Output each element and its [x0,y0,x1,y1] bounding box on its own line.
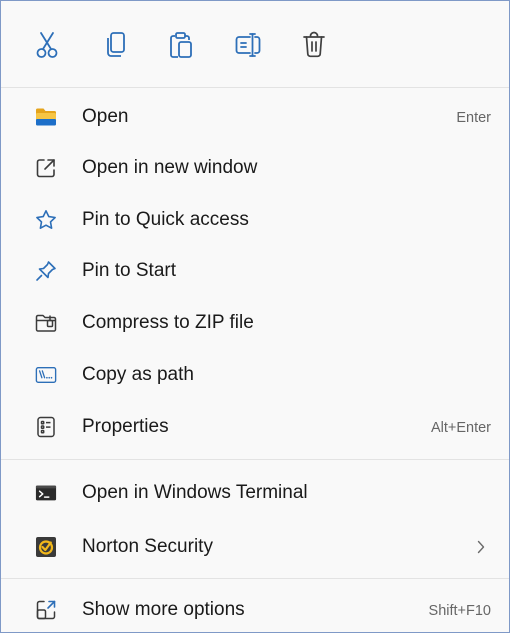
terminal-icon [35,482,57,504]
star-icon [35,209,57,231]
menu-item-label: Compress to ZIP file [82,312,254,333]
copy-button[interactable] [98,25,134,65]
menu-item-label: Properties [82,416,169,437]
separator [1,87,509,88]
menu-item-shortcut: Alt+Enter [430,420,491,436]
menu-item-open-in-new-window[interactable]: Open in new window [1,143,509,193]
menu-item-compress-to-zip[interactable]: Compress to ZIP file [1,298,509,348]
norton-icon [35,536,57,558]
zip-folder-icon [35,312,57,334]
menu-item-label: Pin to Quick access [82,209,249,230]
menu-item-pin-to-start[interactable]: Pin to Start [1,246,509,296]
separator [1,578,509,579]
menu-item-label: Open in new window [82,157,258,178]
menu-item-open[interactable]: Open Enter [1,92,509,142]
menu-item-shortcut: Enter [456,110,491,126]
menu-item-open-in-windows-terminal[interactable]: Open in Windows Terminal [1,468,509,518]
menu-item-norton-security[interactable]: Norton Security [1,522,509,572]
menu-item-label: Pin to Start [82,260,176,281]
show-more-icon [35,599,57,621]
menu-item-label: Norton Security [82,536,213,557]
paste-button[interactable] [163,25,199,65]
pin-icon [35,260,57,282]
delete-icon [303,31,325,58]
delete-button[interactable] [296,25,332,65]
properties-icon [35,416,57,438]
cut-button[interactable] [29,25,65,65]
separator [1,459,509,460]
folder-icon [35,106,57,128]
menu-item-shortcut: Shift+F10 [428,603,491,619]
context-menu: Open Enter Open in new window Pin to Qui… [0,0,510,633]
rename-icon [235,33,261,57]
context-menu-toolbar [1,1,509,87]
menu-item-pin-to-quick-access[interactable]: Pin to Quick access [1,195,509,245]
menu-item-copy-as-path[interactable]: Copy as path [1,350,509,400]
menu-item-label: Open in Windows Terminal [82,482,308,503]
copy-path-icon [35,364,57,386]
open-new-window-icon [35,157,57,179]
menu-item-label: Copy as path [82,364,194,385]
cut-icon [36,32,58,58]
copy-icon [107,32,125,57]
menu-item-show-more-options[interactable]: Show more options Shift+F10 [1,585,509,635]
menu-item-label: Open [82,106,129,127]
rename-button[interactable] [230,25,266,65]
menu-item-properties[interactable]: Properties Alt+Enter [1,402,509,452]
chevron-right-icon [477,540,485,554]
paste-icon [170,32,192,58]
menu-item-label: Show more options [82,599,245,620]
